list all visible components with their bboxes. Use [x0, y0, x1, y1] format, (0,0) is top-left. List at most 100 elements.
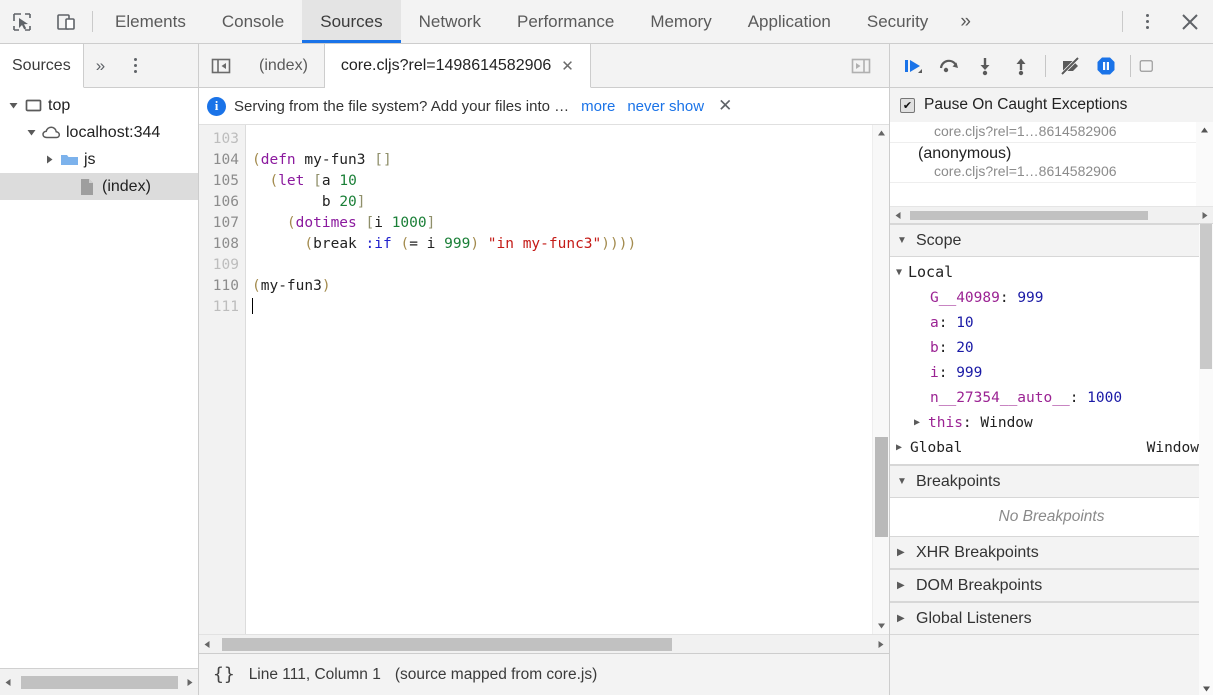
scroll-right-arrow-icon[interactable]: [872, 640, 889, 649]
tab-performance[interactable]: Performance: [499, 0, 632, 43]
pretty-print-icon[interactable]: {}: [213, 664, 235, 685]
scroll-up-arrow-icon[interactable]: [873, 125, 890, 142]
navigator-more-options-icon[interactable]: [117, 44, 153, 87]
pause-on-exceptions-button[interactable]: [1089, 49, 1123, 83]
call-stack-horizontal-scrollbar[interactable]: [890, 206, 1213, 223]
scroll-left-arrow-icon[interactable]: [890, 211, 907, 220]
twisty-right-icon[interactable]: ▶: [897, 613, 909, 624]
code-token: break: [313, 236, 366, 252]
more-options-icon[interactable]: [1127, 0, 1167, 43]
scope-section-header[interactable]: ▼ Scope: [890, 224, 1213, 257]
navigator-tab-sources[interactable]: Sources: [0, 44, 84, 88]
scope-entry[interactable]: G__40989: 999: [890, 285, 1213, 310]
call-stack-list[interactable]: example$core$my_fun3 core.cljs?rel=1…861…: [890, 122, 1213, 224]
debugger-scrollbar-thumb[interactable]: [1200, 224, 1212, 369]
twisty-right-icon[interactable]: ▶: [897, 580, 909, 591]
editor-horizontal-scrollbar[interactable]: [199, 634, 889, 653]
tree-item-js[interactable]: js: [0, 146, 198, 173]
tab-elements[interactable]: Elements: [97, 0, 204, 43]
pause-on-caught-checkbox[interactable]: ✔: [900, 97, 915, 113]
scroll-down-arrow-icon[interactable]: [873, 617, 890, 634]
more-tabs-button[interactable]: »: [946, 0, 985, 43]
scroll-right-arrow-icon[interactable]: [1196, 211, 1213, 220]
scroll-down-arrow-icon[interactable]: [1202, 681, 1211, 695]
overflow-button[interactable]: [1138, 49, 1156, 83]
pause-on-caught-exceptions-row[interactable]: ✔ Pause On Caught Exceptions: [890, 88, 1213, 122]
twisty-down-icon[interactable]: ▼: [896, 267, 908, 278]
code-editor[interactable]: 103 104 105 106 107 108 109 110 111 (def…: [199, 125, 889, 634]
twisty-right-icon[interactable]: [40, 154, 58, 165]
code-line: [252, 297, 872, 318]
scope-entry[interactable]: ▶ this: Window: [890, 410, 1213, 435]
tab-application[interactable]: Application: [730, 0, 849, 43]
code-content[interactable]: (defn my-fun3 [] (let [a 10 b 20] (dotim…: [246, 125, 872, 634]
code-token: 20: [339, 194, 357, 210]
scope-entry[interactable]: a: 10: [890, 310, 1213, 335]
scope-group-local[interactable]: ▼ Local: [890, 259, 1213, 285]
scroll-left-arrow-icon[interactable]: [199, 640, 216, 649]
tab-console[interactable]: Console: [204, 0, 302, 43]
editor-tab-core-cljs[interactable]: core.cljs?rel=1498614582906 ✕: [324, 44, 591, 88]
navigator-horizontal-scrollbar[interactable]: [0, 668, 198, 695]
scrollbar-track[interactable]: [907, 208, 1196, 222]
inspect-cursor-icon[interactable]: [0, 0, 44, 43]
editor-tab-bar: (index) core.cljs?rel=1498614582906 ✕: [199, 44, 889, 88]
call-stack-frame-location: core.cljs?rel=1…8614582906: [934, 123, 1117, 139]
twisty-right-icon[interactable]: ▶: [897, 547, 909, 558]
call-stack-frame[interactable]: (anonymous) core.cljs?rel=1…8614582906: [890, 143, 1213, 183]
call-stack-frame-header: (anonymous): [890, 145, 1213, 163]
show-navigator-icon[interactable]: [199, 44, 243, 87]
deactivate-breakpoints-button[interactable]: [1053, 49, 1087, 83]
global-listeners-section-header[interactable]: ▶ Global Listeners: [890, 602, 1213, 635]
twisty-down-icon[interactable]: [22, 127, 40, 138]
scrollbar-track[interactable]: [17, 675, 181, 689]
scope-entry[interactable]: b: 20: [890, 335, 1213, 360]
dom-breakpoints-section-header[interactable]: ▶ DOM Breakpoints: [890, 569, 1213, 602]
twisty-right-icon[interactable]: ▶: [896, 442, 908, 453]
editor-vertical-scrollbar[interactable]: [872, 125, 889, 634]
scope-group-global[interactable]: ▶ Global Window: [890, 435, 1213, 460]
code-token: ): [627, 236, 637, 252]
scrollbar-thumb[interactable]: [910, 210, 1148, 220]
step-over-button[interactable]: [932, 49, 966, 83]
resume-button[interactable]: [896, 49, 930, 83]
scrollbar-thumb[interactable]: [874, 437, 888, 537]
scrollbar-track[interactable]: [873, 142, 890, 617]
banner-more-link[interactable]: more: [581, 98, 615, 115]
show-debugger-icon[interactable]: [839, 55, 883, 77]
step-out-button[interactable]: [1004, 49, 1038, 83]
twisty-down-icon[interactable]: [4, 100, 22, 111]
tree-item-index[interactable]: (index): [0, 173, 198, 200]
tab-security[interactable]: Security: [849, 0, 946, 43]
tab-memory[interactable]: Memory: [632, 0, 729, 43]
device-toolbar-icon[interactable]: [44, 0, 88, 43]
scope-entry[interactable]: i: 999: [890, 360, 1213, 385]
call-stack-frame[interactable]: example$core$my_fun3 core.cljs?rel=1…861…: [890, 122, 1213, 143]
close-tab-icon[interactable]: ✕: [561, 57, 574, 75]
scope-entry-value: 1000: [1087, 389, 1123, 406]
navigator-more-tabs-button[interactable]: »: [84, 44, 117, 87]
tree-item-top[interactable]: top: [0, 92, 198, 119]
editor-tab-index[interactable]: (index): [243, 44, 325, 87]
scroll-left-arrow-icon[interactable]: [0, 678, 17, 687]
step-into-button[interactable]: [968, 49, 1002, 83]
scrollbar-thumb[interactable]: [21, 675, 178, 689]
scrollbar-thumb[interactable]: [222, 637, 672, 651]
twisty-down-icon[interactable]: ▼: [897, 235, 909, 246]
tree-item-localhost[interactable]: localhost:344: [0, 119, 198, 146]
close-icon[interactable]: [1167, 0, 1213, 43]
call-stack-vertical-scrollbar[interactable]: [1196, 122, 1213, 206]
scroll-right-arrow-icon[interactable]: [181, 678, 198, 687]
twisty-right-icon[interactable]: ▶: [914, 417, 926, 428]
xhr-breakpoints-section-header[interactable]: ▶ XHR Breakpoints: [890, 536, 1213, 569]
tab-sources[interactable]: Sources: [302, 0, 402, 43]
scrollbar-track[interactable]: [216, 637, 872, 651]
tab-network[interactable]: Network: [401, 0, 499, 43]
twisty-down-icon[interactable]: ▼: [897, 476, 909, 487]
panel-tabs: Elements Console Sources Network Perform…: [97, 0, 985, 43]
scroll-up-arrow-icon[interactable]: [1196, 122, 1213, 139]
breakpoints-section-header[interactable]: ▼ Breakpoints: [890, 465, 1213, 498]
scope-entry[interactable]: n__27354__auto__: 1000: [890, 385, 1213, 410]
banner-never-show-link[interactable]: never show: [627, 98, 704, 115]
banner-close-icon[interactable]: ✕: [718, 96, 732, 116]
